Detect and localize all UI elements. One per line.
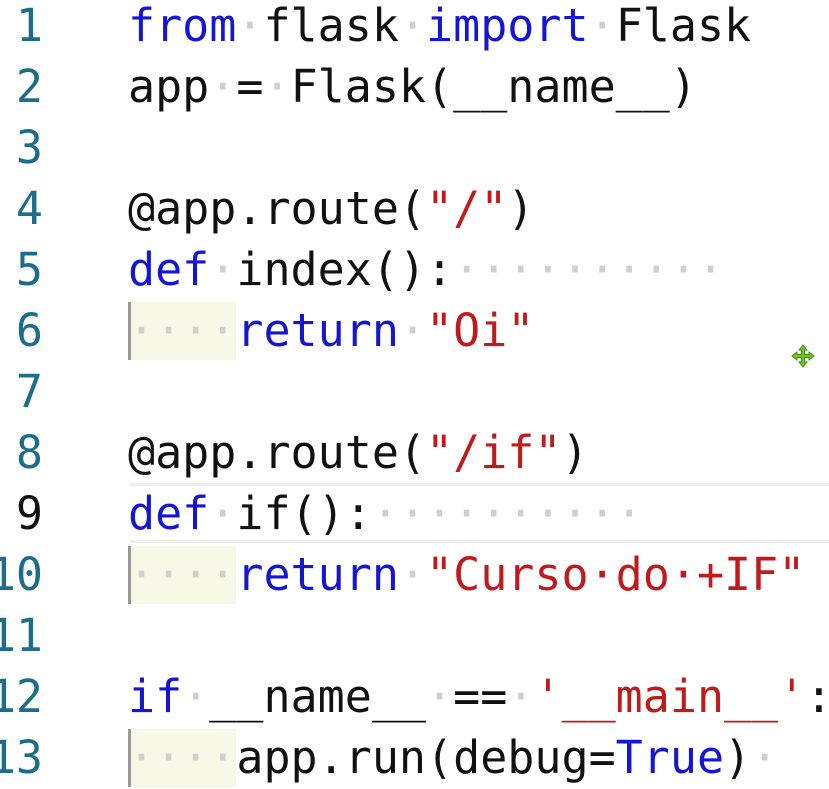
code-line[interactable]: 3 [0, 117, 829, 178]
code-line[interactable]: 6 ····return·"Oi" [0, 300, 829, 361]
line-number: 8 [15, 426, 43, 479]
whitespace-marker: ·········· [453, 243, 725, 296]
code-token: app.run(debug= [236, 731, 616, 784]
whitespace-marker: · [236, 0, 264, 52]
code-token: ) [507, 182, 535, 235]
code-token: "Oi" [426, 304, 535, 357]
line-number: 3 [15, 121, 43, 174]
code-token: @app.route( [128, 182, 427, 235]
code-token: '__main__' [534, 670, 806, 723]
code-token: import [426, 0, 589, 52]
code-line[interactable]: 12if·__name__·==·'__main__': [0, 666, 829, 727]
whitespace-marker: · [209, 60, 237, 113]
whitespace-marker: ···· [128, 304, 237, 357]
whitespace-marker: · [398, 304, 427, 357]
code-token: @app.route( [128, 426, 427, 479]
whitespace-marker: ···· [128, 548, 237, 601]
code-token: Flask(__name__) [290, 60, 697, 113]
code-editor[interactable]: 1 from·flask·import·Flask 2 app·=·Flask(__n… [0, 0, 829, 789]
whitespace-marker: ···· [128, 731, 237, 784]
move-cursor-icon [791, 344, 815, 368]
line-number: 5 [15, 243, 43, 296]
whitespace-marker: · [209, 243, 237, 296]
code-line[interactable]: 2 app·=·Flask(__name__) [0, 56, 829, 117]
code-text: @app.route("/") [128, 178, 534, 239]
code-line[interactable]: 10 ····return·"Curso·do·+IF" [0, 544, 829, 605]
whitespace-marker: · [182, 670, 210, 723]
whitespace-marker: · [588, 0, 616, 52]
code-line[interactable]: 5 def·index():·········· [0, 239, 829, 300]
code-token: def [128, 243, 210, 296]
code-token: if(): [236, 487, 372, 540]
code-line[interactable]: 11 [0, 605, 829, 666]
code-token: "Curso·do·+IF" [426, 548, 806, 601]
code-text: from·flask·import·Flask [128, 0, 751, 56]
whitespace-marker: ·········· [371, 487, 643, 540]
code-line[interactable]: 9 def·if():·········· [0, 483, 829, 544]
line-number: 1 [15, 0, 43, 52]
code-token: : [805, 670, 829, 723]
code-token: if [128, 670, 183, 723]
code-line[interactable]: 7 [0, 361, 829, 422]
code-token: index(): [236, 243, 454, 296]
code-text: ····app.run(debug=True)· [128, 727, 778, 788]
whitespace-marker: · [209, 487, 237, 540]
code-token: return [236, 548, 399, 601]
code-token: app [128, 60, 210, 113]
code-text: if·__name__·==·'__main__': [128, 666, 829, 727]
line-number: 13 [0, 731, 43, 784]
whitespace-marker: · [507, 670, 535, 723]
code-token: == [453, 670, 508, 723]
line-number: 11 [0, 609, 43, 662]
line-number: 6 [15, 304, 43, 357]
code-line[interactable]: 8 @app.route("/if") [0, 422, 829, 483]
code-token: flask [263, 0, 399, 52]
code-token: return [236, 304, 399, 357]
whitespace-marker: · [263, 60, 291, 113]
code-token: ) [561, 426, 589, 479]
line-number: 9 [15, 487, 43, 540]
line-number: 7 [15, 365, 43, 418]
code-text: def·index():·········· [128, 239, 724, 300]
code-token: __name__ [209, 670, 427, 723]
code-token: True [615, 731, 725, 784]
whitespace-marker: · [751, 731, 779, 784]
code-token: = [236, 60, 264, 113]
whitespace-marker: · [426, 670, 454, 723]
code-token: from [128, 0, 237, 52]
code-text: ····return·"Oi" [128, 300, 534, 361]
line-number: 10 [0, 548, 43, 601]
code-token: def [128, 487, 210, 540]
line-number: 2 [15, 60, 43, 113]
code-line[interactable]: 13 ····app.run(debug=True)· [0, 727, 829, 788]
code-line[interactable]: 1 from·flask·import·Flask [0, 0, 829, 56]
code-token: ) [724, 731, 752, 784]
line-number: 12 [0, 670, 43, 723]
whitespace-marker: · [398, 0, 427, 52]
line-number: 4 [15, 182, 43, 235]
code-text: @app.route("/if") [128, 422, 589, 483]
code-text: app·=·Flask(__name__) [128, 56, 697, 117]
code-line[interactable]: 4 @app.route("/") [0, 178, 829, 239]
code-text: def·if():·········· [128, 483, 643, 544]
whitespace-marker: · [398, 548, 427, 601]
code-token: Flask [615, 0, 752, 52]
code-text: ····return·"Curso·do·+IF" [128, 544, 805, 605]
code-token: "/" [426, 182, 508, 235]
code-token: "/if" [426, 426, 562, 479]
